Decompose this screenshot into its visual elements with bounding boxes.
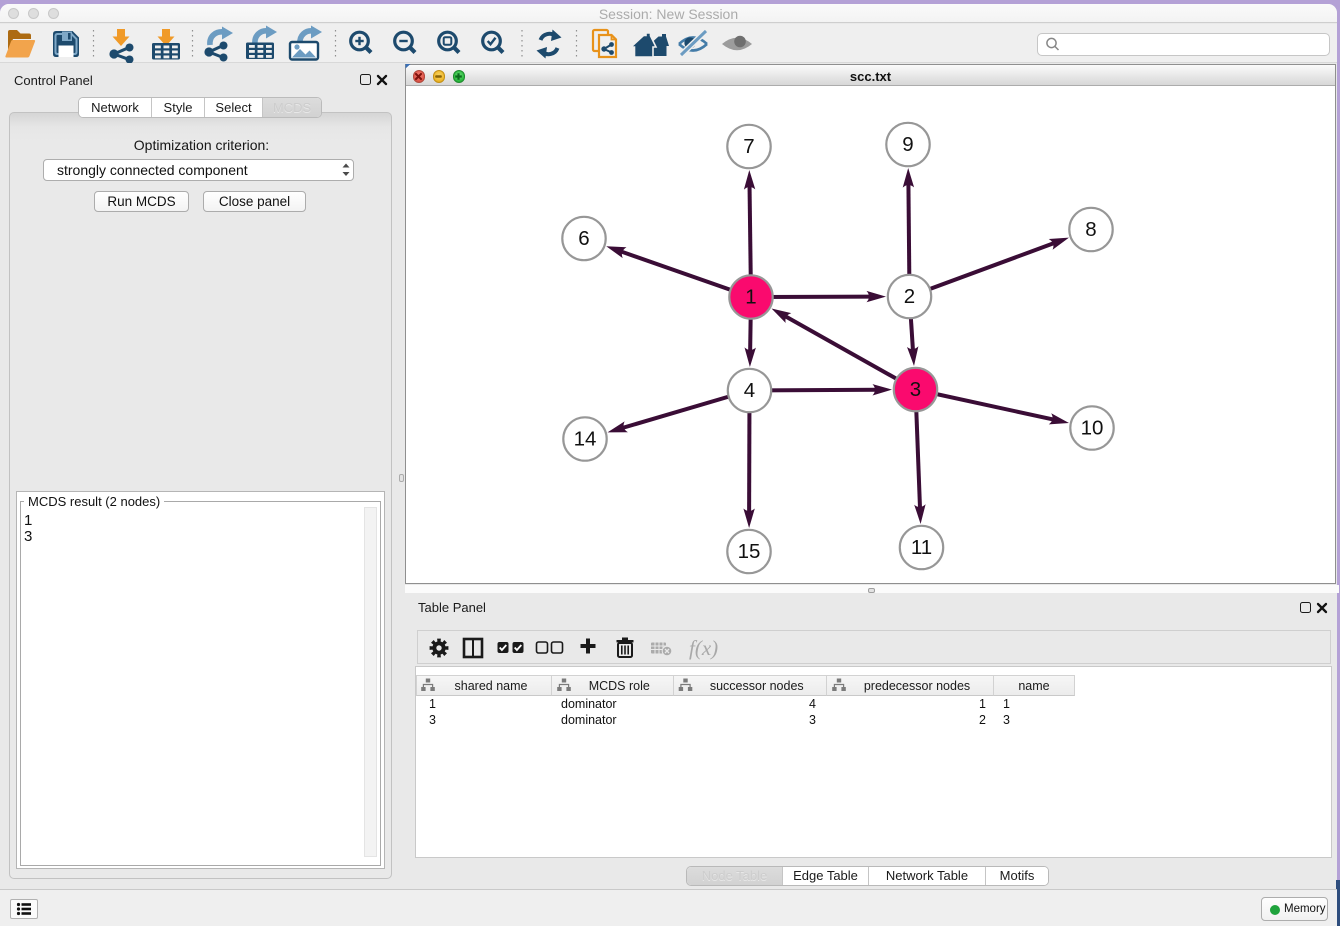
svg-text:4: 4 bbox=[744, 379, 755, 402]
svg-text:14: 14 bbox=[574, 428, 597, 451]
svg-text:6: 6 bbox=[578, 227, 589, 250]
svg-text:8: 8 bbox=[1085, 218, 1096, 241]
svg-text:7: 7 bbox=[743, 135, 754, 158]
svg-text:9: 9 bbox=[902, 133, 913, 156]
svg-text:2: 2 bbox=[904, 285, 915, 308]
svg-text:f(x): f(x) bbox=[689, 636, 718, 660]
svg-text:3: 3 bbox=[910, 378, 921, 401]
svg-text:1: 1 bbox=[745, 286, 756, 309]
svg-text:10: 10 bbox=[1081, 417, 1104, 440]
svg-text:15: 15 bbox=[738, 540, 761, 563]
svg-text:11: 11 bbox=[911, 536, 932, 559]
